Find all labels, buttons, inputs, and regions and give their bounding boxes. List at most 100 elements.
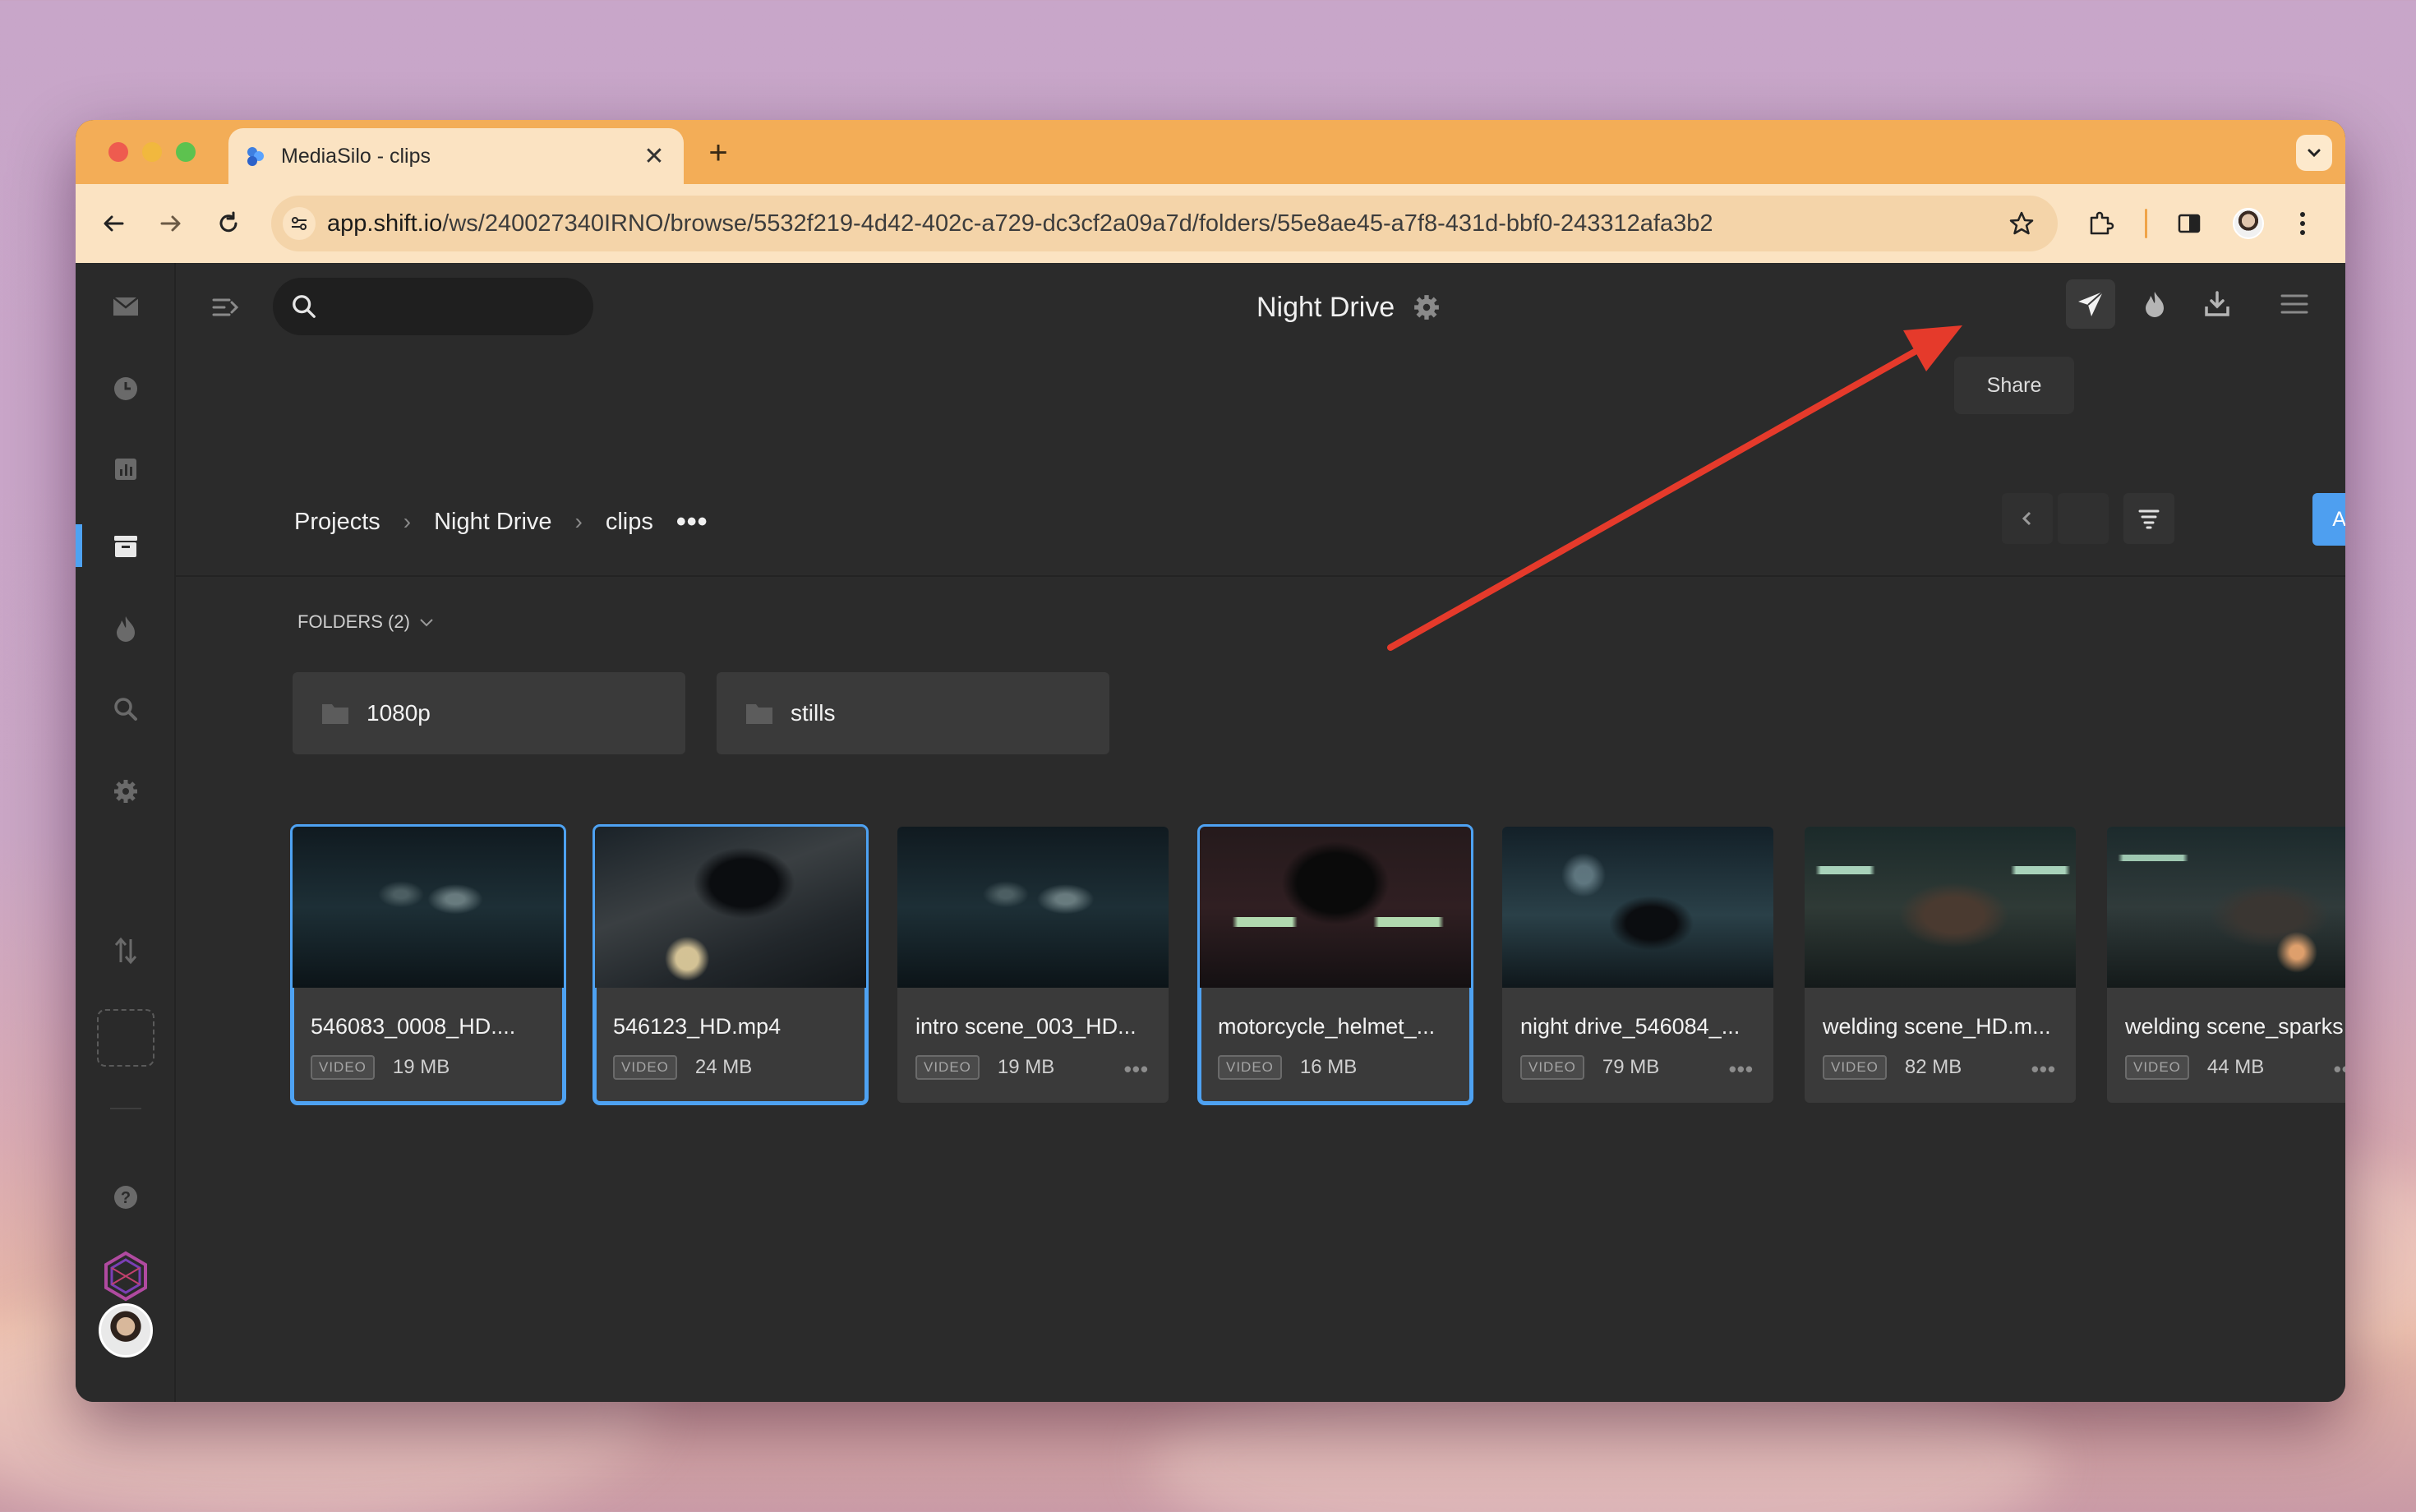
- minimize-window-button[interactable]: [142, 142, 162, 162]
- asset-type-badge: VIDEO: [2125, 1055, 2189, 1080]
- video-thumbnail: [2107, 827, 2345, 988]
- video-thumbnail: [1502, 827, 1773, 988]
- user-avatar[interactable]: [99, 1303, 153, 1358]
- reload-icon: [219, 211, 237, 233]
- tab-search-button[interactable]: [2296, 135, 2332, 171]
- back-button[interactable]: [94, 204, 133, 243]
- sort-icon: [2138, 509, 2160, 529]
- reload-button[interactable]: [209, 204, 248, 243]
- profile-button[interactable]: [2229, 204, 2268, 243]
- browser-menu-button[interactable]: [2283, 204, 2322, 243]
- folder-icon: [322, 704, 348, 724]
- folder-name: 1080p: [367, 700, 431, 726]
- search-input[interactable]: [329, 293, 575, 320]
- rail-analytics[interactable]: [76, 449, 176, 490]
- asset-type-badge: VIDEO: [613, 1055, 677, 1080]
- url-text: app.shift.io/ws/240027340IRNO/browse/553…: [327, 210, 1713, 237]
- asset-more-button[interactable]: •••: [1729, 1057, 1754, 1082]
- forward-button[interactable]: [151, 204, 191, 243]
- asset-card[interactable]: welding scene_HD.m... VIDEO 82 MB •••: [1805, 827, 2076, 1103]
- search-bar[interactable]: [273, 278, 593, 335]
- asset-card[interactable]: 546123_HD.mp4 VIDEO 24 MB: [592, 824, 869, 1105]
- folder-icon: [746, 704, 772, 724]
- asset-card[interactable]: 546083_0008_HD.... VIDEO 19 MB: [290, 824, 566, 1105]
- asset-more-button[interactable]: •••: [2031, 1057, 2056, 1082]
- gear-icon: [114, 780, 137, 803]
- arrow-left-icon: [104, 215, 124, 232]
- asset-type-badge: VIDEO: [915, 1055, 980, 1080]
- menu-lines-icon: [2280, 294, 2308, 314]
- video-thumbnail: [595, 827, 866, 988]
- site-settings-icon[interactable]: [283, 207, 316, 240]
- chevron-right-icon: ›: [403, 509, 412, 534]
- asset-name: welding scene_sparks: [2125, 1014, 2344, 1039]
- rail-inbox[interactable]: [76, 286, 176, 327]
- asset-card[interactable]: motorcycle_helmet_... VIDEO 16 MB: [1197, 824, 1473, 1105]
- add-new-button[interactable]: Add New: [2312, 493, 2345, 546]
- side-panel-button[interactable]: [2169, 204, 2209, 243]
- video-thumbnail: [1805, 827, 2076, 988]
- asset-more-button[interactable]: •••: [1124, 1057, 1149, 1082]
- download-button[interactable]: [2192, 279, 2242, 329]
- rail-help[interactable]: ?: [76, 1177, 176, 1218]
- rail-reviews[interactable]: [76, 608, 176, 649]
- prev-button[interactable]: [2002, 493, 2053, 544]
- rail-search[interactable]: [76, 689, 176, 730]
- asset-card[interactable]: intro scene_003_HD... VIDEO 19 MB •••: [897, 827, 1169, 1103]
- video-thumbnail: [1200, 827, 1471, 988]
- folders-section-toggle[interactable]: FOLDERS (2): [297, 611, 435, 633]
- new-tab-button[interactable]: +: [700, 135, 736, 171]
- rail-brand[interactable]: [76, 1247, 176, 1305]
- add-new-label: Add New: [2332, 507, 2345, 531]
- folder-item[interactable]: stills: [717, 672, 1109, 754]
- asset-size: 16 MB: [1299, 1056, 1358, 1078]
- share-button[interactable]: [2066, 279, 2115, 329]
- gear-icon[interactable]: [1413, 293, 1441, 321]
- clock-icon: [114, 377, 137, 400]
- asset-type-badge: VIDEO: [1218, 1055, 1282, 1080]
- arrow-right-icon: [160, 215, 181, 232]
- browser-toolbar: app.shift.io/ws/240027340IRNO/browse/553…: [76, 184, 2345, 263]
- rail-projects[interactable]: [76, 526, 176, 567]
- folder-item[interactable]: 1080p: [293, 672, 685, 754]
- rail-settings[interactable]: [76, 771, 176, 812]
- kebab-menu-icon: [2300, 212, 2305, 235]
- review-button[interactable]: [2130, 279, 2179, 329]
- asset-name: night drive_546084_...: [1520, 1014, 1741, 1039]
- asset-type-badge: VIDEO: [1823, 1055, 1887, 1080]
- chevron-down-icon: [420, 619, 433, 627]
- extensions-button[interactable]: [2081, 204, 2120, 243]
- asset-size: 24 MB: [694, 1056, 753, 1078]
- close-window-button[interactable]: [108, 142, 128, 162]
- asset-card[interactable]: welding scene_sparks VIDEO 44 MB •••: [2107, 827, 2345, 1103]
- download-icon: [2205, 291, 2229, 316]
- asset-size: 82 MB: [1904, 1056, 1962, 1078]
- project-title: Night Drive: [1256, 291, 1395, 323]
- sort-button[interactable]: [2123, 493, 2174, 544]
- collapse-sidebar-button[interactable]: [207, 289, 243, 325]
- asset-size: 19 MB: [997, 1056, 1055, 1078]
- view-toggle-button[interactable]: [2058, 493, 2109, 544]
- browser-tab[interactable]: MediaSilo - clips ✕: [228, 128, 684, 184]
- rail-transfers[interactable]: [76, 930, 176, 971]
- list-view-button[interactable]: [2270, 279, 2319, 329]
- rail-recent[interactable]: [76, 368, 176, 409]
- bookmark-star-icon[interactable]: [2005, 207, 2038, 240]
- maximize-window-button[interactable]: [176, 142, 196, 162]
- asset-more-button[interactable]: •••: [2334, 1057, 2345, 1082]
- project-title-group: Night Drive: [1256, 283, 1441, 332]
- search-icon: [293, 295, 316, 318]
- breadcrumb-more-button[interactable]: •••: [676, 506, 708, 538]
- asset-card[interactable]: night drive_546084_... VIDEO 79 MB •••: [1502, 827, 1773, 1103]
- breadcrumb-night-drive[interactable]: Night Drive: [434, 509, 551, 536]
- details-panel-button[interactable]: [2334, 279, 2345, 329]
- chevron-down-icon: [2308, 149, 2321, 158]
- drop-zone-placeholder[interactable]: [97, 1009, 154, 1067]
- sidebar-toggle-icon: [212, 298, 239, 316]
- breadcrumb-clips[interactable]: clips: [606, 509, 653, 536]
- address-bar[interactable]: app.shift.io/ws/240027340IRNO/browse/553…: [271, 196, 2058, 251]
- breadcrumb-projects[interactable]: Projects: [294, 509, 380, 536]
- folder-name: stills: [791, 700, 836, 726]
- close-tab-icon[interactable]: ✕: [639, 142, 669, 171]
- browser-window: MediaSilo - clips ✕ + app.shift.io/ws/24…: [76, 120, 2345, 1402]
